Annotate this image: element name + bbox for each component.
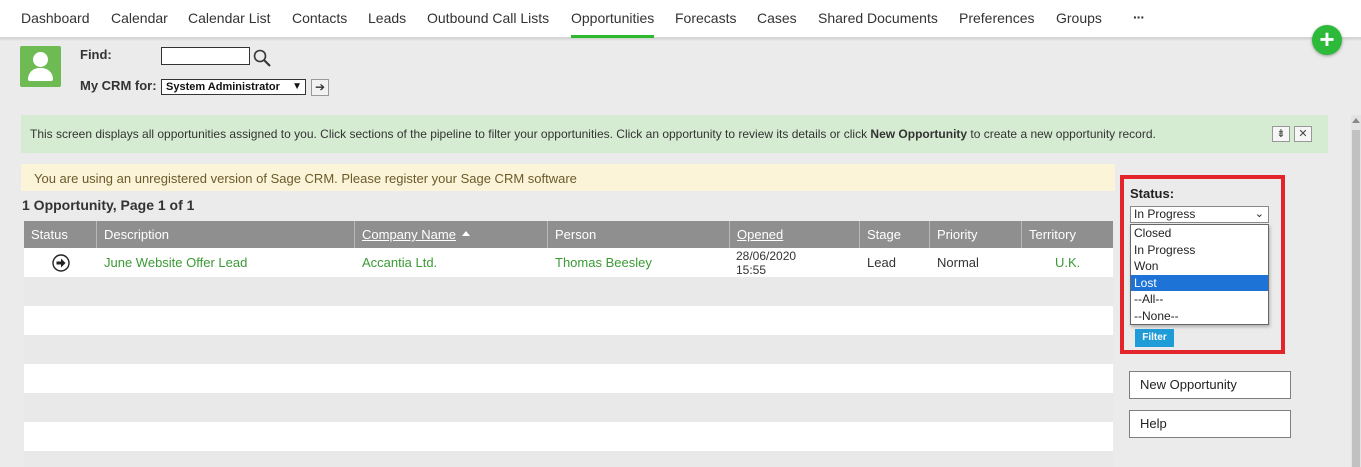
empty-row xyxy=(24,422,1113,451)
status-option-none[interactable]: --None-- xyxy=(1131,308,1268,325)
close-icon[interactable]: ✕ xyxy=(1294,126,1312,142)
find-input[interactable] xyxy=(161,47,250,65)
more-menu-icon[interactable]: ··· xyxy=(1133,0,1145,38)
opportunity-table: Status Description Company Name Person O… xyxy=(24,221,1113,467)
cell-description[interactable]: June Website Offer Lead xyxy=(104,248,247,277)
col-company-name[interactable]: Company Name xyxy=(354,221,547,248)
tab-opportunities[interactable]: Opportunities xyxy=(571,0,655,38)
new-opportunity-button[interactable]: New Opportunity xyxy=(1129,371,1291,399)
tab-calendar[interactable]: Calendar xyxy=(111,0,168,38)
mycrm-label: My CRM for: xyxy=(80,78,157,93)
user-avatar-icon xyxy=(20,46,61,87)
empty-row xyxy=(24,277,1113,306)
find-label: Find: xyxy=(80,47,112,62)
collapse-icon[interactable]: ⇟ xyxy=(1272,126,1290,142)
mycrm-selected-value: System Administrator xyxy=(166,81,280,93)
chevron-down-icon: ⌄ xyxy=(1254,208,1264,220)
tab-contacts[interactable]: Contacts xyxy=(292,0,347,38)
cell-person[interactable]: Thomas Beesley xyxy=(555,248,652,277)
info-text: This screen displays all opportunities a… xyxy=(30,127,1156,141)
status-filter-panel: Status: In Progress ⌄ Closed In Progress… xyxy=(1120,175,1285,354)
arrow-circle-icon[interactable] xyxy=(52,254,70,272)
chevron-down-icon: ▼ xyxy=(292,81,302,92)
top-nav: Dashboard Calendar Calendar List Contact… xyxy=(0,0,1361,38)
add-plus-icon[interactable]: + xyxy=(1312,25,1342,55)
status-option-all[interactable]: --All-- xyxy=(1131,291,1268,308)
tab-forecasts[interactable]: Forecasts xyxy=(675,0,736,38)
cell-priority: Normal xyxy=(937,255,979,270)
help-button[interactable]: Help xyxy=(1129,410,1291,438)
status-option-won[interactable]: Won xyxy=(1131,258,1268,275)
cell-stage: Lead xyxy=(867,255,896,270)
table-header: Status Description Company Name Person O… xyxy=(24,221,1113,248)
table-body: June Website Offer Lead Accantia Ltd. Th… xyxy=(24,248,1113,467)
list-title: 1 Opportunity, Page 1 of 1 xyxy=(22,197,195,213)
col-territory: Territory xyxy=(1021,221,1113,248)
tab-cases[interactable]: Cases xyxy=(757,0,797,38)
vertical-scrollbar[interactable] xyxy=(1351,115,1361,467)
tab-dashboard[interactable]: Dashboard xyxy=(21,0,90,38)
status-label: Status: xyxy=(1130,186,1175,201)
cell-company[interactable]: Accantia Ltd. xyxy=(362,248,437,277)
tab-shared-documents[interactable]: Shared Documents xyxy=(818,0,938,38)
unregistered-warning: You are using an unregistered version of… xyxy=(21,164,1115,191)
table-row[interactable]: June Website Offer Lead Accantia Ltd. Th… xyxy=(24,248,1113,277)
empty-row xyxy=(24,364,1113,393)
search-icon[interactable] xyxy=(252,48,272,68)
col-status: Status xyxy=(31,227,68,242)
tab-groups[interactable]: Groups xyxy=(1056,0,1102,38)
cell-territory[interactable]: U.K. xyxy=(1055,248,1080,277)
mycrm-user-select[interactable]: System Administrator ▼ xyxy=(161,79,306,95)
scroll-up-icon[interactable] xyxy=(1352,118,1360,123)
status-option-in-progress[interactable]: In Progress xyxy=(1131,242,1268,259)
info-banner: This screen displays all opportunities a… xyxy=(21,115,1328,153)
col-stage: Stage xyxy=(859,221,929,248)
tab-outbound-call-lists[interactable]: Outbound Call Lists xyxy=(427,0,549,38)
filter-button[interactable]: Filter xyxy=(1135,329,1174,347)
empty-row xyxy=(24,335,1113,364)
col-opened[interactable]: Opened xyxy=(729,221,859,248)
nav-divider xyxy=(0,38,1361,41)
sort-ascending-icon xyxy=(461,231,470,237)
empty-row xyxy=(24,451,1113,467)
col-description: Description xyxy=(96,221,354,248)
empty-row xyxy=(24,306,1113,335)
cell-opened: 28/06/2020 15:55 xyxy=(736,249,797,277)
tab-calendar-list[interactable]: Calendar List xyxy=(188,0,271,38)
status-selected-value: In Progress xyxy=(1134,207,1196,221)
status-select[interactable]: In Progress ⌄ xyxy=(1130,206,1269,223)
go-arrow-button[interactable]: ➔ xyxy=(311,79,329,96)
col-person: Person xyxy=(547,221,729,248)
col-priority: Priority xyxy=(929,221,1021,248)
tab-preferences[interactable]: Preferences xyxy=(959,0,1034,38)
empty-row xyxy=(24,393,1113,422)
status-dropdown-list: Closed In Progress Won Lost --All-- --No… xyxy=(1130,224,1269,325)
tab-leads[interactable]: Leads xyxy=(368,0,406,38)
status-option-lost[interactable]: Lost xyxy=(1131,274,1268,291)
status-option-closed[interactable]: Closed xyxy=(1131,225,1268,242)
scroll-thumb[interactable] xyxy=(1352,130,1360,467)
